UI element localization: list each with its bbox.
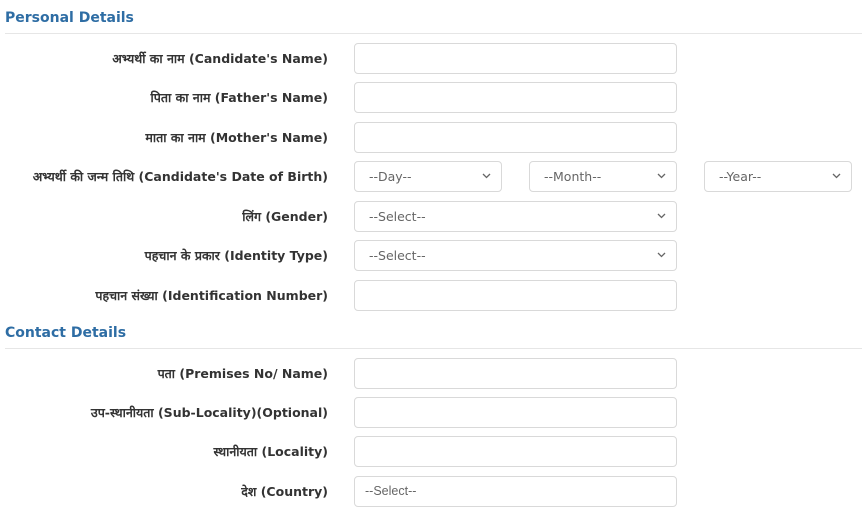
mother-name-row: माता का नाम (Mother's Name): [0, 122, 862, 154]
candidate-name-label: अभ्यर्थी का नाम (Candidate's Name): [112, 51, 328, 66]
mother-name-input[interactable]: [354, 122, 677, 153]
country-value: --Select--: [365, 484, 417, 498]
identification-number-label: पहचान संख्या (Identification Number): [95, 288, 328, 303]
gender-select[interactable]: --Select--: [354, 201, 677, 232]
country-select[interactable]: --Select--: [354, 476, 677, 507]
gender-row: लिंग (Gender) --Select--: [0, 201, 862, 233]
section-divider: [5, 33, 862, 34]
candidate-name-input[interactable]: [354, 43, 677, 74]
gender-label: लिंग (Gender): [242, 209, 328, 224]
identification-number-input[interactable]: [354, 280, 677, 311]
identity-type-value: --Select--: [369, 248, 426, 263]
section-divider: [5, 348, 862, 349]
dob-month-value: --Month--: [544, 169, 602, 184]
sub-locality-row: उप-स्थानीयता (Sub-Locality)(Optional): [0, 397, 862, 429]
dob-month-select[interactable]: --Month--: [529, 161, 677, 192]
chevron-down-icon: [657, 202, 666, 231]
chevron-down-icon: [832, 162, 841, 191]
dob-label: अभ्यर्थी की जन्म तिथि (Candidate's Date …: [32, 169, 328, 184]
sub-locality-input[interactable]: [354, 397, 677, 428]
contact-details-heading: Contact Details: [5, 325, 127, 341]
identification-number-row: पहचान संख्या (Identification Number): [0, 280, 862, 312]
locality-row: स्थानीयता (Locality): [0, 436, 862, 468]
chevron-down-icon: [657, 162, 666, 191]
dob-year-select[interactable]: --Year--: [704, 161, 852, 192]
dob-year-value: --Year--: [719, 169, 762, 184]
premises-row: पता (Premises No/ Name): [0, 358, 862, 390]
identity-type-select[interactable]: --Select--: [354, 240, 677, 271]
premises-input[interactable]: [354, 358, 677, 389]
premises-label: पता (Premises No/ Name): [157, 366, 328, 381]
country-row: देश (Country) --Select--: [0, 476, 862, 508]
identity-type-row: पहचान के प्रकार (Identity Type) --Select…: [0, 240, 862, 272]
mother-name-label: माता का नाम (Mother's Name): [145, 130, 328, 145]
personal-details-heading: Personal Details: [5, 10, 134, 26]
father-name-label: पिता का नाम (Father's Name): [150, 90, 328, 105]
sub-locality-label: उप-स्थानीयता (Sub-Locality)(Optional): [90, 405, 328, 420]
identity-type-label: पहचान के प्रकार (Identity Type): [144, 248, 328, 263]
locality-input[interactable]: [354, 436, 677, 467]
dob-row: अभ्यर्थी की जन्म तिथि (Candidate's Date …: [0, 161, 862, 193]
father-name-input[interactable]: [354, 82, 677, 113]
dob-day-value: --Day--: [369, 169, 412, 184]
gender-value: --Select--: [369, 209, 426, 224]
father-name-row: पिता का नाम (Father's Name): [0, 82, 862, 114]
locality-label: स्थानीयता (Locality): [213, 444, 329, 459]
dob-day-select[interactable]: --Day--: [354, 161, 502, 192]
chevron-down-icon: [657, 241, 666, 270]
country-label: देश (Country): [241, 484, 328, 499]
candidate-name-row: अभ्यर्थी का नाम (Candidate's Name): [0, 43, 862, 75]
chevron-down-icon: [482, 162, 491, 191]
